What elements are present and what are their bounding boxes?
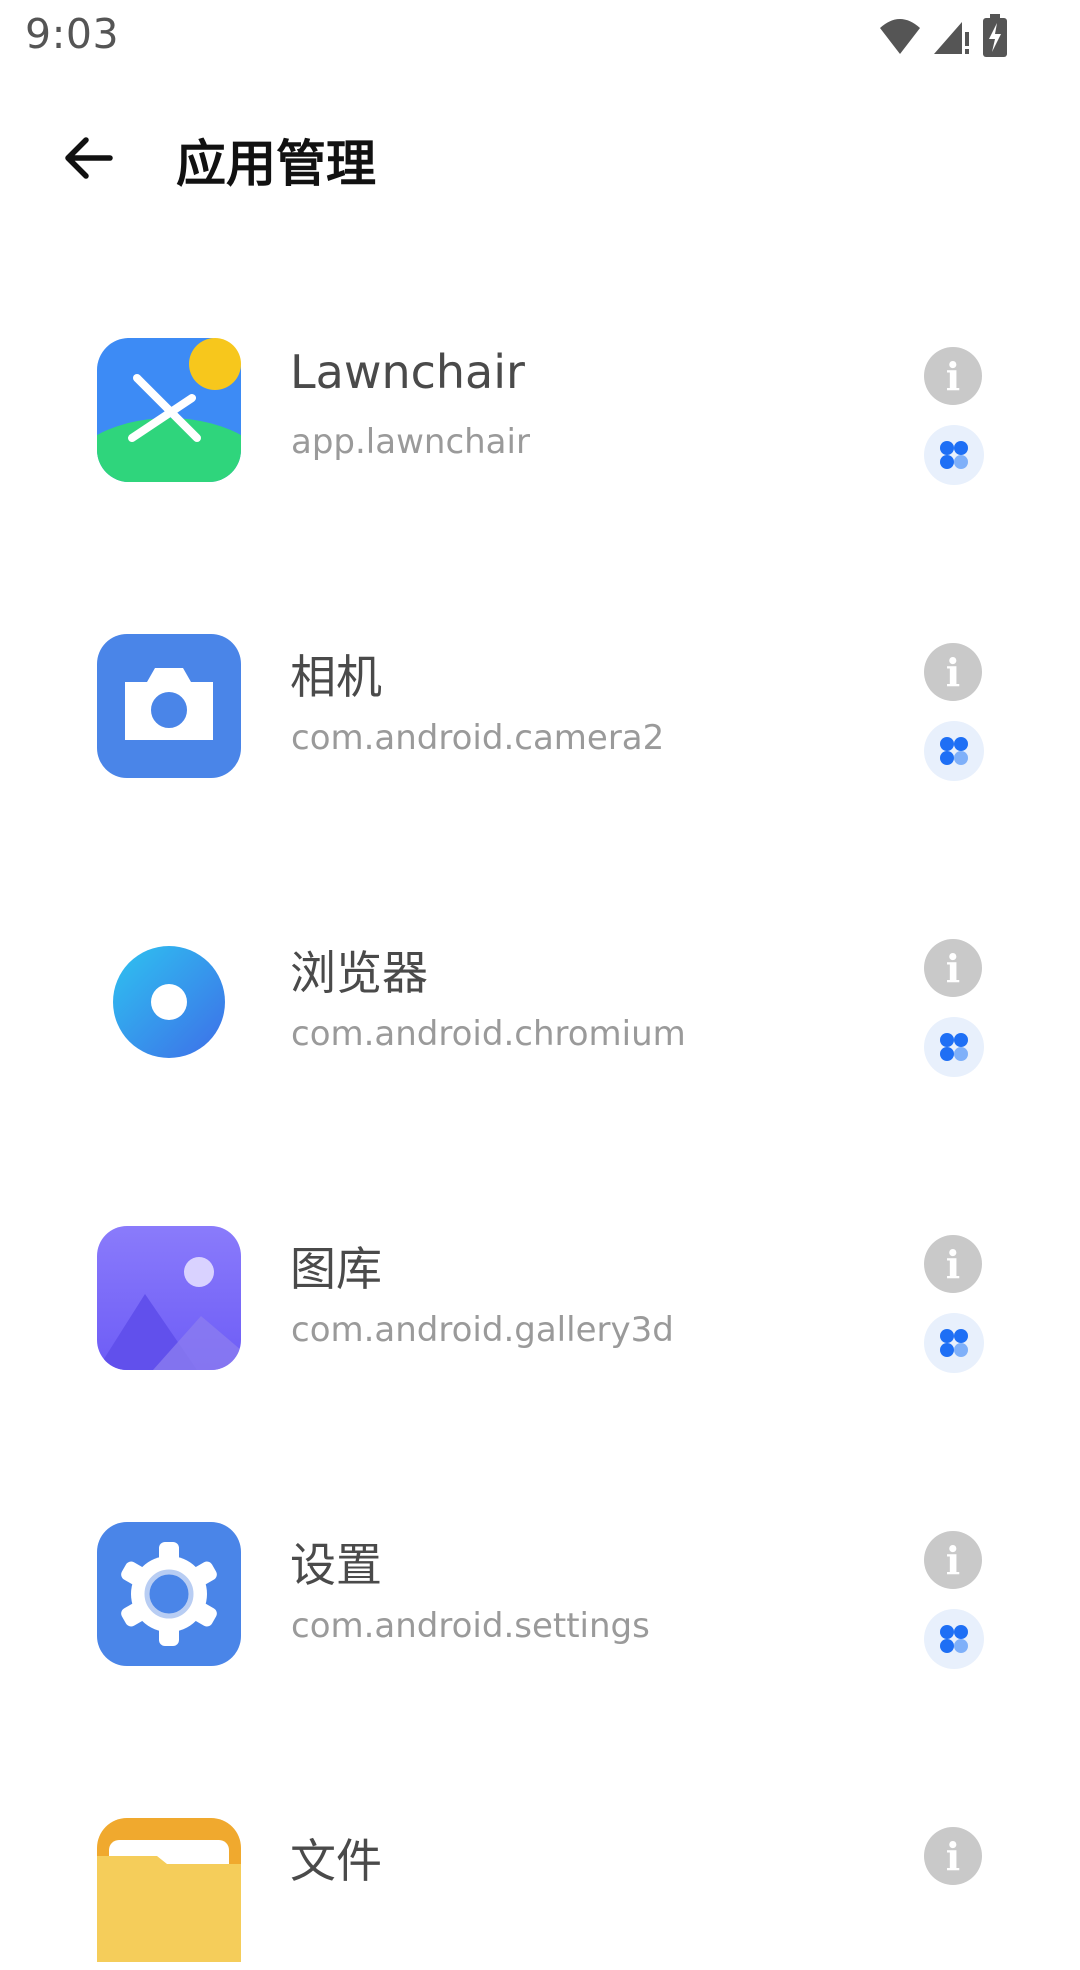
app-manage-button[interactable] xyxy=(924,721,984,781)
list-item[interactable]: 浏览器 com.android.chromium i xyxy=(0,892,1080,1188)
list-item[interactable]: 设置 com.android.settings i xyxy=(0,1484,1080,1780)
app-name: Lawnchair xyxy=(290,345,525,399)
app-manage-button[interactable] xyxy=(924,1017,984,1077)
app-package: app.lawnchair xyxy=(291,422,530,462)
status-bar: 9:03 xyxy=(0,0,1080,72)
app-info-button[interactable]: i xyxy=(924,643,982,701)
info-icon: i xyxy=(945,946,961,991)
app-package: com.android.chromium xyxy=(291,1014,686,1054)
app-info-button[interactable]: i xyxy=(924,939,982,997)
status-icons xyxy=(878,14,1008,58)
list-item[interactable]: 相机 com.android.camera2 i xyxy=(0,596,1080,892)
page-title: 应用管理 xyxy=(176,135,376,193)
grid-app-icon xyxy=(940,737,968,765)
info-icon: i xyxy=(945,1242,961,1287)
app-info-button[interactable]: i xyxy=(924,347,982,405)
app-bar: 应用管理 xyxy=(0,88,1080,228)
browser-app-icon xyxy=(113,946,225,1058)
info-icon: i xyxy=(945,1538,961,1583)
app-info-button[interactable]: i xyxy=(924,1235,982,1293)
app-name: 相机 xyxy=(290,650,382,704)
app-list: Lawnchair app.lawnchair i 相机 com.android… xyxy=(0,300,1080,1970)
app-manage-button[interactable] xyxy=(924,1313,984,1373)
cellular-signal-icon xyxy=(934,22,969,54)
list-item[interactable]: 图库 com.android.gallery3d i xyxy=(0,1188,1080,1484)
battery-charging-icon xyxy=(983,14,1007,57)
grid-app-icon xyxy=(940,1625,968,1653)
lawnchair-icon xyxy=(97,338,241,482)
info-icon: i xyxy=(945,650,961,695)
info-icon: i xyxy=(945,1834,961,1879)
app-manage-button[interactable] xyxy=(924,1609,984,1669)
app-package: com.android.gallery3d xyxy=(291,1310,674,1350)
app-package: com.android.settings xyxy=(291,1606,650,1646)
list-item[interactable]: Lawnchair app.lawnchair i xyxy=(0,300,1080,596)
app-name: 浏览器 xyxy=(290,946,428,1000)
settings-app-icon xyxy=(97,1522,241,1666)
files-app-icon xyxy=(97,1818,241,1962)
wifi-icon xyxy=(880,19,920,54)
list-item[interactable]: 文件 i xyxy=(0,1780,1080,1970)
arrow-back-icon xyxy=(65,137,113,179)
status-time: 9:03 xyxy=(25,10,120,58)
camera-app-icon xyxy=(97,634,241,778)
grid-app-icon xyxy=(940,1033,968,1061)
app-name: 图库 xyxy=(290,1242,382,1296)
app-info-button[interactable]: i xyxy=(924,1827,982,1885)
app-name: 设置 xyxy=(290,1538,382,1592)
gallery-app-icon xyxy=(97,1226,241,1370)
app-manage-button[interactable] xyxy=(924,425,984,485)
app-package: com.android.camera2 xyxy=(291,718,665,758)
info-icon: i xyxy=(945,354,961,399)
back-button[interactable] xyxy=(44,114,132,202)
app-name: 文件 xyxy=(290,1834,382,1888)
grid-app-icon xyxy=(940,441,968,469)
app-info-button[interactable]: i xyxy=(924,1531,982,1589)
grid-app-icon xyxy=(940,1329,968,1357)
